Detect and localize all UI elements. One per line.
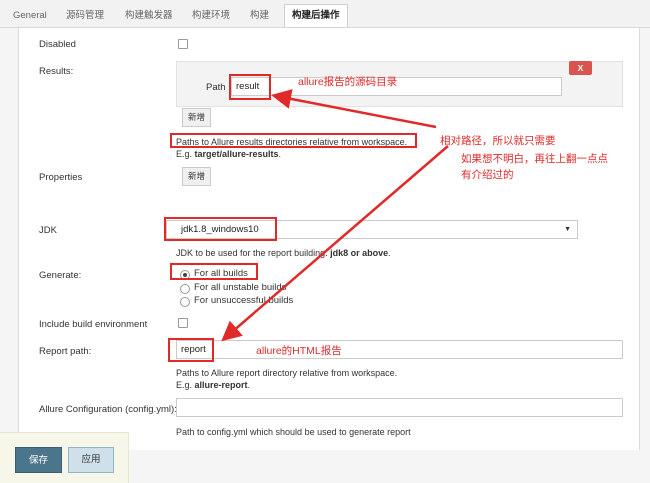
annotation-scroll-hint-1: 如果想不明白，再往上翻一点点: [461, 153, 608, 165]
delete-result-button[interactable]: X: [569, 61, 592, 75]
tab-build-triggers[interactable]: 构建触发器: [118, 5, 180, 26]
radio-unstable-builds[interactable]: [180, 284, 190, 294]
save-button[interactable]: 保存: [15, 447, 62, 473]
add-property-button[interactable]: 新增: [182, 167, 212, 186]
tab-build-environment[interactable]: 构建环境: [185, 5, 237, 26]
include-env-checkbox[interactable]: [178, 318, 188, 328]
tab-bar: General 源码管理 构建触发器 构建环境 构建 构建后操作: [0, 0, 650, 28]
chevron-down-icon: ▼: [564, 226, 571, 233]
config-input[interactable]: [176, 398, 623, 417]
disabled-checkbox[interactable]: [178, 39, 188, 49]
config-help-text: Path to config.yml which should be used …: [176, 427, 411, 437]
add-result-button[interactable]: 新增: [182, 108, 212, 127]
results-help-example: E.g. target/allure-results.: [176, 149, 282, 159]
radio-unsuccessful-builds-label: For unsuccessful builds: [194, 295, 294, 306]
highlight-all-builds: [170, 263, 258, 280]
highlight-path-input: [229, 74, 271, 100]
report-path-input[interactable]: report: [176, 340, 623, 359]
report-help-text: Paths to Allure report directory relativ…: [176, 368, 398, 378]
annotation-html-report: allure的HTML报告: [256, 345, 342, 357]
disabled-label: Disabled: [39, 39, 76, 50]
tab-build[interactable]: 构建: [243, 5, 276, 26]
jdk-help-text: JDK to be used for the report building. …: [176, 248, 391, 258]
tab-general[interactable]: General: [6, 5, 54, 26]
properties-label: Properties: [39, 172, 83, 183]
generate-label: Generate:: [39, 270, 82, 281]
jdk-label: JDK: [39, 225, 57, 236]
highlight-results-help: [170, 133, 417, 148]
report-help-example: E.g. allure-report.: [176, 380, 251, 390]
report-path-label: Report path:: [39, 346, 92, 357]
config-label: Allure Configuration (config.yml):: [39, 404, 177, 415]
highlight-report-path: [168, 338, 214, 362]
path-label: Path: [206, 82, 226, 93]
results-label: Results:: [39, 66, 74, 77]
annotation-source-dir: allure报告的源码目录: [298, 76, 398, 88]
annotation-relative-path: 相对路径，所以就只需要: [440, 135, 556, 147]
include-env-label: Include build environment: [39, 319, 148, 330]
highlight-jdk-select: [164, 217, 277, 241]
tab-source-control[interactable]: 源码管理: [59, 5, 111, 26]
annotation-scroll-hint-2: 有介绍过的: [461, 169, 514, 181]
apply-button[interactable]: 应用: [68, 447, 114, 473]
radio-unsuccessful-builds[interactable]: [180, 297, 190, 307]
radio-unstable-builds-label: For all unstable builds: [194, 282, 287, 293]
tab-post-build-actions[interactable]: 构建后操作: [284, 4, 348, 27]
